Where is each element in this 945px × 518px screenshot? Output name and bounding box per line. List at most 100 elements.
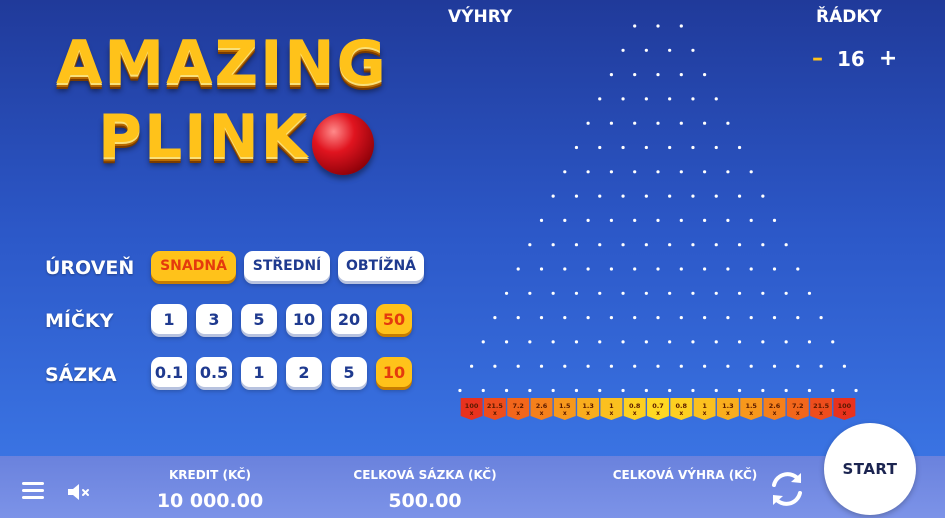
peg bbox=[772, 267, 777, 271]
bucket-multiplier-value: 0.7 bbox=[652, 402, 664, 410]
peg bbox=[539, 364, 544, 368]
peg bbox=[807, 291, 812, 295]
autoplay-icon[interactable] bbox=[766, 468, 808, 510]
peg bbox=[574, 291, 579, 295]
peg bbox=[726, 316, 730, 320]
peg bbox=[609, 316, 614, 320]
sound-muted-icon[interactable] bbox=[66, 482, 92, 502]
multiplier-bucket: 100x bbox=[833, 398, 856, 420]
bucket-multiplier-suffix: x bbox=[493, 410, 497, 417]
peg bbox=[656, 121, 660, 125]
peg bbox=[737, 243, 742, 247]
bucket-multiplier-suffix: x bbox=[563, 410, 567, 417]
peg bbox=[539, 267, 544, 271]
bucket-multiplier-suffix: x bbox=[470, 410, 474, 417]
bucket-multiplier-value: 21.5 bbox=[813, 402, 830, 410]
peg bbox=[621, 243, 625, 247]
peg bbox=[598, 388, 602, 393]
total-win-label: CELKOVÁ VÝHRA (KČ) bbox=[612, 468, 758, 482]
multiplier-bucket: 2.6x bbox=[530, 398, 553, 420]
multiplier-bucket: 0.7x bbox=[647, 398, 669, 420]
peg bbox=[749, 218, 753, 222]
peg bbox=[772, 218, 777, 222]
peg bbox=[551, 243, 555, 247]
peg bbox=[563, 170, 567, 174]
peg bbox=[574, 243, 579, 247]
peg bbox=[691, 243, 695, 247]
peg bbox=[854, 388, 858, 393]
peg bbox=[656, 218, 660, 222]
start-button[interactable]: START bbox=[824, 423, 916, 515]
peg bbox=[703, 364, 707, 368]
peg bbox=[679, 267, 683, 271]
peg bbox=[668, 340, 672, 344]
bucket-multiplier-value: 1.3 bbox=[582, 402, 594, 410]
bucket-multiplier-value: 2.6 bbox=[536, 402, 548, 410]
peg bbox=[574, 194, 579, 198]
peg bbox=[679, 364, 683, 368]
peg bbox=[749, 170, 753, 174]
multiplier-bucket: 100x bbox=[460, 398, 483, 420]
peg bbox=[563, 364, 567, 368]
peg bbox=[749, 316, 753, 320]
peg bbox=[668, 194, 672, 198]
peg bbox=[656, 170, 660, 174]
peg bbox=[633, 267, 637, 271]
peg bbox=[807, 340, 812, 344]
peg bbox=[481, 340, 485, 344]
peg bbox=[784, 340, 788, 344]
peg bbox=[458, 388, 462, 393]
peg bbox=[668, 97, 672, 101]
multiplier-bucket: 1x bbox=[693, 398, 716, 420]
peg bbox=[528, 340, 532, 344]
peg bbox=[644, 291, 648, 295]
bucket-multiplier-suffix: x bbox=[609, 410, 613, 417]
peg bbox=[598, 340, 602, 344]
peg bbox=[714, 145, 718, 150]
bucket-multiplier-value: 1.5 bbox=[745, 402, 757, 410]
peg bbox=[819, 364, 823, 368]
bucket-multiplier-suffix: x bbox=[773, 410, 777, 417]
peg bbox=[609, 121, 614, 125]
peg bbox=[679, 218, 683, 222]
peg bbox=[842, 364, 847, 368]
bucket-multiplier-value: 7.2 bbox=[792, 402, 804, 410]
peg bbox=[807, 388, 812, 393]
peg bbox=[656, 267, 660, 271]
peg bbox=[493, 316, 497, 320]
peg bbox=[831, 340, 835, 344]
peg bbox=[598, 194, 602, 198]
peg bbox=[796, 267, 800, 271]
bucket-multiplier-value: 1.3 bbox=[722, 402, 734, 410]
peg bbox=[691, 291, 695, 295]
bucket-multiplier-suffix: x bbox=[516, 410, 520, 417]
bucket-multiplier-value: 0.8 bbox=[676, 402, 688, 410]
peg bbox=[831, 388, 835, 393]
multiplier-bucket: 21.5x bbox=[483, 398, 506, 420]
bucket-multiplier-value: 1 bbox=[702, 402, 707, 410]
multiplier-bucket: 2.6x bbox=[763, 398, 786, 420]
bucket-multiplier-value: 100 bbox=[465, 402, 479, 410]
peg bbox=[714, 340, 718, 344]
peg bbox=[796, 364, 800, 368]
peg bbox=[761, 340, 765, 344]
peg bbox=[574, 145, 579, 150]
peg bbox=[772, 364, 777, 368]
peg bbox=[737, 145, 742, 150]
peg bbox=[574, 340, 579, 344]
peg bbox=[726, 267, 730, 271]
peg bbox=[539, 316, 544, 320]
peg bbox=[784, 291, 788, 295]
peg bbox=[656, 316, 660, 320]
peg bbox=[703, 170, 707, 174]
bucket-multiplier-suffix: x bbox=[540, 410, 544, 417]
menu-icon[interactable] bbox=[22, 482, 44, 500]
peg bbox=[470, 364, 474, 368]
peg bbox=[749, 364, 753, 368]
bucket-multiplier-value: 0.8 bbox=[629, 402, 641, 410]
peg bbox=[714, 243, 718, 247]
multiplier-bucket: 1.5x bbox=[740, 398, 763, 420]
bucket-multiplier-suffix: x bbox=[656, 410, 660, 417]
peg bbox=[784, 388, 788, 393]
peg bbox=[621, 194, 625, 198]
